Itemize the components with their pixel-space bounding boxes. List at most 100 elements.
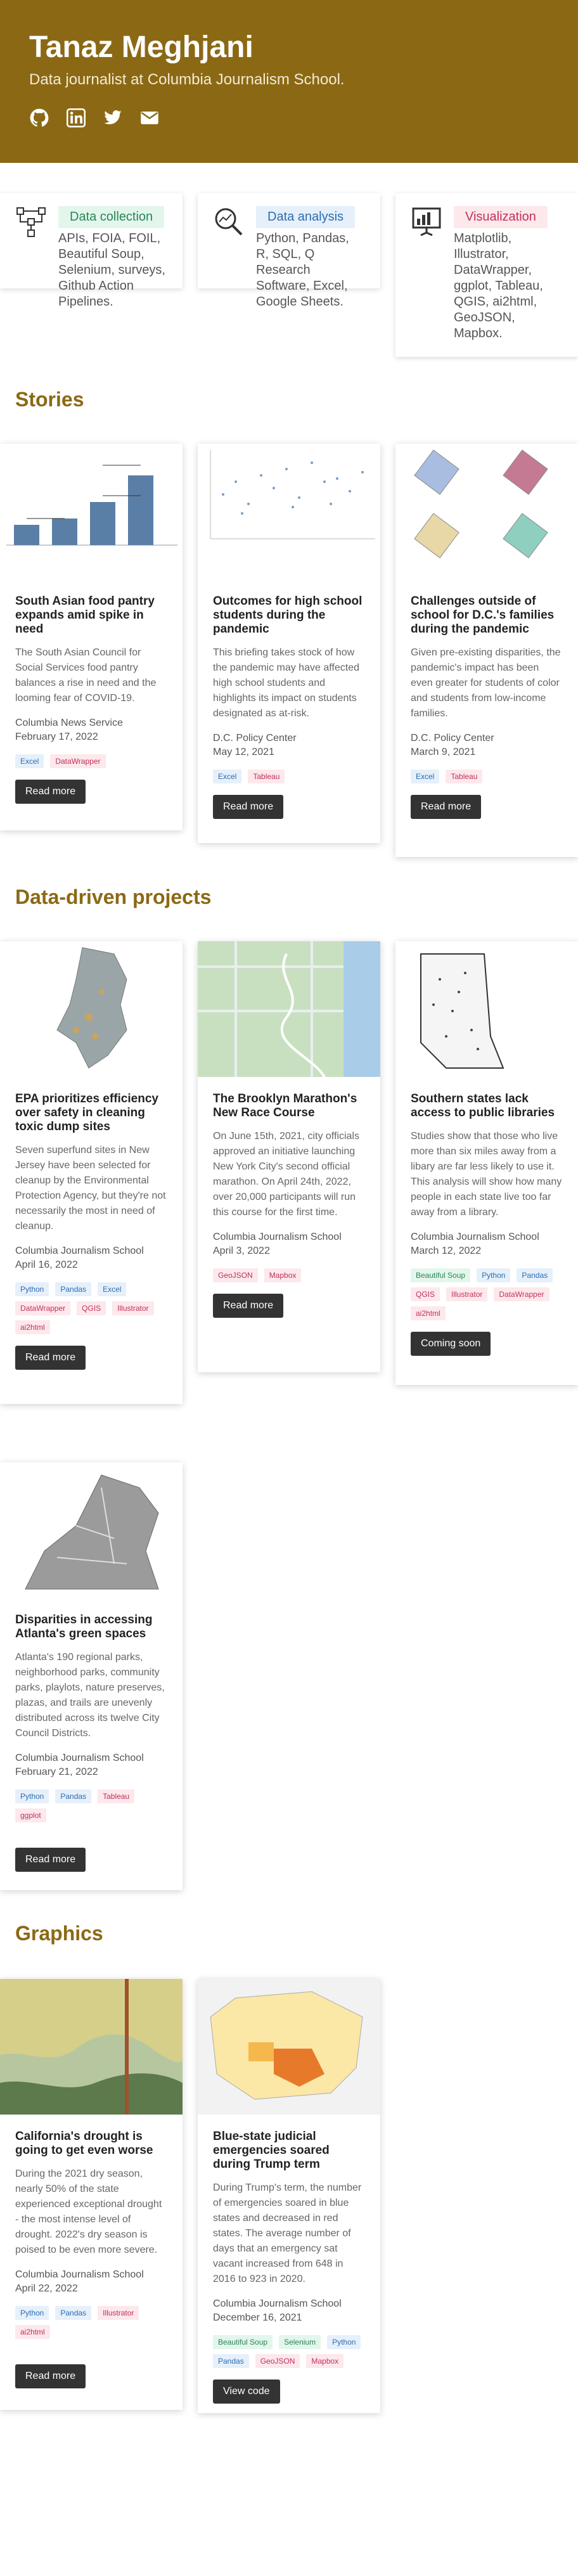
tag: Illustrator bbox=[98, 2306, 139, 2320]
tag-list: Excel Tableau bbox=[213, 770, 365, 783]
project-date: February 21, 2022 bbox=[15, 1767, 98, 1777]
skill-tag: Data collection bbox=[58, 206, 165, 228]
view-code-button[interactable]: View code bbox=[213, 2380, 280, 2404]
project-date: March 12, 2022 bbox=[411, 1246, 482, 1256]
tag: Excel bbox=[213, 770, 242, 783]
read-more-button[interactable]: Read more bbox=[15, 1346, 86, 1370]
read-more-button[interactable]: Read more bbox=[411, 795, 482, 819]
project-card: Disparities in accessing Atlanta's green… bbox=[0, 1462, 183, 1890]
skills-row: Data collection APIs, FOIA, FOIL, Beauti… bbox=[0, 193, 578, 364]
tag-list: Python Pandas Tableau ggplot bbox=[15, 1789, 167, 1822]
page-title: Tanaz Meghjani bbox=[29, 30, 254, 64]
story-title[interactable]: South Asian food pantry expands amid spi… bbox=[15, 595, 167, 636]
tag: Tableau bbox=[248, 770, 285, 783]
project-date: April 16, 2022 bbox=[15, 1259, 78, 1270]
graphic-thumbnail[interactable] bbox=[198, 1979, 380, 2115]
read-more-button[interactable]: Read more bbox=[213, 1294, 284, 1318]
github-icon[interactable] bbox=[29, 108, 49, 128]
tag: DataWrapper bbox=[494, 1287, 549, 1301]
project-title[interactable]: Southern states lack access to public li… bbox=[411, 1092, 563, 1120]
tag-list: Excel DataWrapper bbox=[15, 754, 167, 768]
tag: Selenium bbox=[279, 2335, 321, 2349]
social-links bbox=[29, 108, 549, 128]
presentation-icon bbox=[412, 207, 441, 236]
story-thumbnail[interactable] bbox=[198, 444, 380, 579]
tag: Excel bbox=[411, 770, 440, 783]
tag: Python bbox=[15, 1282, 49, 1296]
project-title[interactable]: EPA prioritizes efficiency over safety i… bbox=[15, 1092, 167, 1134]
tag: ai2html bbox=[15, 2325, 50, 2339]
story-date: February 17, 2022 bbox=[15, 731, 98, 742]
tag: Python bbox=[15, 2306, 49, 2320]
skill-tag: Data analysis bbox=[256, 206, 356, 228]
story-description: This briefing takes stock of how the pan… bbox=[213, 647, 359, 719]
tag: Illustrator bbox=[112, 1301, 154, 1315]
skill-tag: Visualization bbox=[454, 206, 548, 228]
graphic-title[interactable]: California's drought is going to get eve… bbox=[15, 2130, 167, 2158]
read-more-button[interactable]: Read more bbox=[15, 780, 86, 804]
skill-card-analysis: Data analysis Python, Pandas, R, SQL, Q … bbox=[198, 193, 380, 309]
graphic-thumbnail[interactable] bbox=[0, 1979, 183, 2115]
story-thumbnail[interactable] bbox=[395, 444, 578, 579]
project-thumbnail[interactable] bbox=[0, 1462, 183, 1598]
tag: Python bbox=[15, 1789, 49, 1803]
twitter-icon[interactable] bbox=[103, 108, 123, 128]
story-card: Challenges outside of school for D.C.'s … bbox=[395, 444, 578, 857]
project-date: April 3, 2022 bbox=[213, 1246, 270, 1256]
tag: Pandas bbox=[55, 1789, 92, 1803]
graphic-description: During the 2021 dry season, nearly 50% o… bbox=[15, 2168, 162, 2255]
story-date: May 12, 2021 bbox=[213, 747, 274, 757]
project-description: On June 15th, 2021, city officials appro… bbox=[213, 1131, 359, 1218]
skill-card-visualization: Visualization Matplotlib, Illustrator, D… bbox=[395, 193, 578, 357]
story-org: Columbia News Service bbox=[15, 718, 123, 728]
read-more-button[interactable]: Read more bbox=[15, 2364, 86, 2388]
graphic-org: Columbia Journalism School bbox=[213, 2298, 342, 2309]
tag: Python bbox=[477, 1268, 511, 1282]
coming-soon-button[interactable]: Coming soon bbox=[411, 1332, 491, 1356]
project-title[interactable]: The Brooklyn Marathon's New Race Course bbox=[213, 1092, 365, 1120]
tag-list: Beautiful Soup Python Pandas QGIS Illust… bbox=[411, 1268, 563, 1320]
linkedin-icon[interactable] bbox=[66, 108, 86, 128]
tag: QGIS bbox=[77, 1301, 106, 1315]
project-org: Columbia Journalism School bbox=[411, 1232, 539, 1242]
project-card: Southern states lack access to public li… bbox=[395, 941, 578, 1385]
tag-list: Beautiful Soup Selenium Python Pandas Ge… bbox=[213, 2335, 365, 2368]
magnify-chart-icon bbox=[215, 208, 243, 236]
tag: Tableau bbox=[446, 770, 483, 783]
graphic-title[interactable]: Blue-state judicial emergencies soared d… bbox=[213, 2130, 365, 2172]
tag: Mapbox bbox=[306, 2354, 344, 2368]
tag-list: Excel Tableau bbox=[411, 770, 563, 783]
tag: Excel bbox=[98, 1282, 127, 1296]
tag: ai2html bbox=[411, 1306, 446, 1320]
graphic-card: Blue-state judicial emergencies soared d… bbox=[198, 1979, 380, 2413]
tag: ai2html bbox=[15, 1320, 50, 1334]
read-more-button[interactable]: Read more bbox=[15, 1848, 86, 1872]
story-description: Given pre-existing disparities, the pand… bbox=[411, 647, 561, 719]
story-title[interactable]: Challenges outside of school for D.C.'s … bbox=[411, 595, 563, 636]
tag: GeoJSON bbox=[255, 2354, 300, 2368]
project-thumbnail[interactable] bbox=[198, 941, 380, 1077]
skill-text: Python, Pandas, R, SQL, Q Research Softw… bbox=[256, 231, 349, 309]
project-thumbnail[interactable] bbox=[395, 941, 578, 1077]
tag: Pandas bbox=[55, 2306, 92, 2320]
story-thumbnail[interactable] bbox=[0, 444, 183, 579]
email-icon[interactable] bbox=[139, 108, 160, 128]
tag: Python bbox=[327, 2335, 361, 2349]
graphic-org: Columbia Journalism School bbox=[15, 2269, 144, 2280]
project-thumbnail[interactable] bbox=[0, 941, 183, 1077]
skill-card-collection: Data collection APIs, FOIA, FOIL, Beauti… bbox=[0, 193, 183, 309]
site-header: Tanaz Meghjani Data journalist at Columb… bbox=[0, 0, 578, 163]
stories-heading: Stories bbox=[15, 388, 84, 411]
project-title[interactable]: Disparities in accessing Atlanta's green… bbox=[15, 1613, 167, 1641]
projects-heading: Data-driven projects bbox=[15, 886, 212, 908]
project-description: Studies show that those who live more th… bbox=[411, 1131, 562, 1218]
story-card: Outcomes for high school students during… bbox=[198, 444, 380, 843]
project-org: Columbia Journalism School bbox=[213, 1232, 342, 1242]
story-title[interactable]: Outcomes for high school students during… bbox=[213, 595, 365, 636]
project-card: EPA prioritizes efficiency over safety i… bbox=[0, 941, 183, 1404]
tag: Tableau bbox=[98, 1789, 135, 1803]
tag: DataWrapper bbox=[50, 754, 106, 768]
tag-list: GeoJSON Mapbox bbox=[213, 1268, 365, 1282]
read-more-button[interactable]: Read more bbox=[213, 795, 284, 819]
graphics-heading: Graphics bbox=[15, 1922, 103, 1945]
